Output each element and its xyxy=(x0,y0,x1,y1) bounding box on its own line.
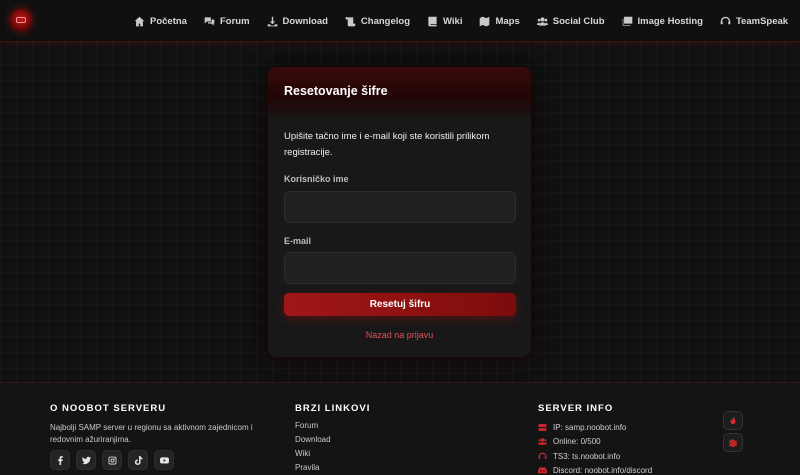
logo[interactable] xyxy=(10,9,32,31)
username-label: Korisničko ime xyxy=(284,174,349,184)
back-to-login-link[interactable]: Nazad na prijavu xyxy=(268,330,531,340)
about-heading: O NOOBOT SERVERU xyxy=(50,403,167,414)
nav-item-forum[interactable]: Forum xyxy=(204,16,250,27)
ts3-row: TS3: ts.noobot.info xyxy=(538,449,652,464)
card-description: Upišite tačno ime i e-mail koji ste kori… xyxy=(284,131,490,158)
home-icon xyxy=(134,16,145,26)
discord-icon xyxy=(538,467,547,475)
server-info-heading: SERVER INFO xyxy=(538,403,614,414)
top-navbar: Početna Forum Download Changelog Wiki Ma… xyxy=(0,0,800,42)
nav-label: Image Hosting xyxy=(637,15,703,27)
nav-item-maps[interactable]: Maps xyxy=(479,15,520,27)
online-players-row: Online: 0/500 xyxy=(538,435,652,450)
nav-item-social-club[interactable]: Social Club xyxy=(536,15,605,27)
nav-item-changelog[interactable]: Changelog xyxy=(345,16,410,27)
comments-icon xyxy=(204,16,215,26)
theme-toggle-button[interactable] xyxy=(723,411,743,430)
facebook-icon xyxy=(57,455,63,465)
twitter-icon xyxy=(81,456,91,464)
nav-label: Forum xyxy=(219,15,250,27)
footer-link-wiki[interactable]: Wiki xyxy=(295,449,331,463)
nav-label: TeamSpeak xyxy=(735,15,789,27)
discord-row: Discord: noobot.info/discord xyxy=(538,464,652,475)
nav-item-wiki[interactable]: Wiki xyxy=(427,16,462,27)
snow-effect-button[interactable] xyxy=(723,433,743,452)
username-input[interactable] xyxy=(284,191,516,223)
social-links xyxy=(50,450,180,470)
nav-label: Social Club xyxy=(552,15,605,27)
images-icon xyxy=(622,16,632,26)
map-icon xyxy=(480,16,490,26)
nav-label: Changelog xyxy=(360,15,411,27)
email-label: E-mail xyxy=(284,236,312,246)
footer-link-pravila[interactable]: Pravila xyxy=(295,463,331,475)
tiktok-icon xyxy=(134,455,142,465)
server-info: IP: samp.noobot.info Online: 0/500 TS3: … xyxy=(538,420,652,475)
footer: O NOOBOT SERVERU Najbolji SAMP server u … xyxy=(0,382,800,475)
reset-password-button[interactable]: Resetuj šifru xyxy=(284,293,516,316)
nav-label: Početna xyxy=(150,15,187,27)
footer-link-forum[interactable]: Forum xyxy=(295,421,331,435)
users-icon xyxy=(538,438,547,446)
users-icon xyxy=(536,16,548,26)
snowflake-icon xyxy=(729,438,737,447)
server-ip-row: IP: samp.noobot.info xyxy=(538,420,652,435)
reset-password-card: Resetovanje šifre Upišite tačno ime i e-… xyxy=(268,67,531,357)
book-icon xyxy=(428,16,437,26)
quick-links: Forum Download Wiki Pravila xyxy=(295,421,331,475)
nav-label: Wiki xyxy=(443,15,463,27)
server-ip: IP: samp.noobot.info xyxy=(553,422,627,432)
scroll-icon xyxy=(345,16,356,26)
nav-item-download[interactable]: Download xyxy=(267,16,328,27)
fire-icon xyxy=(730,416,736,424)
headset-icon xyxy=(538,452,547,459)
nav-label: Download xyxy=(282,15,328,27)
instagram-button[interactable] xyxy=(102,450,122,470)
online-players: Online: 0/500 xyxy=(553,437,601,447)
server-icon xyxy=(538,423,547,431)
quick-links-heading: BRZI LINKOVI xyxy=(295,403,371,414)
nav-item-image-hosting[interactable]: Image Hosting xyxy=(622,16,703,27)
tiktok-button[interactable] xyxy=(128,450,148,470)
about-text: Najbolji SAMP server u regionu sa aktivn… xyxy=(50,423,253,444)
instagram-icon xyxy=(108,456,116,464)
nav-item-pocetna[interactable]: Početna xyxy=(134,16,187,27)
ts3-address: TS3: ts.noobot.info xyxy=(553,451,621,461)
facebook-button[interactable] xyxy=(50,450,70,470)
discord-link: Discord: noobot.info/discord xyxy=(553,466,653,475)
twitter-button[interactable] xyxy=(76,450,96,470)
youtube-button[interactable] xyxy=(154,450,174,470)
nav-item-teamspeak[interactable]: TeamSpeak xyxy=(720,16,788,27)
card-title: Resetovanje šifre xyxy=(284,84,388,98)
main-nav: Početna Forum Download Changelog Wiki Ma… xyxy=(134,0,800,42)
download-icon xyxy=(267,16,277,26)
headset-icon xyxy=(720,16,731,24)
nav-label: Maps xyxy=(495,15,520,27)
email-input[interactable] xyxy=(284,252,516,284)
youtube-icon xyxy=(159,456,169,464)
footer-link-download[interactable]: Download xyxy=(295,435,331,449)
